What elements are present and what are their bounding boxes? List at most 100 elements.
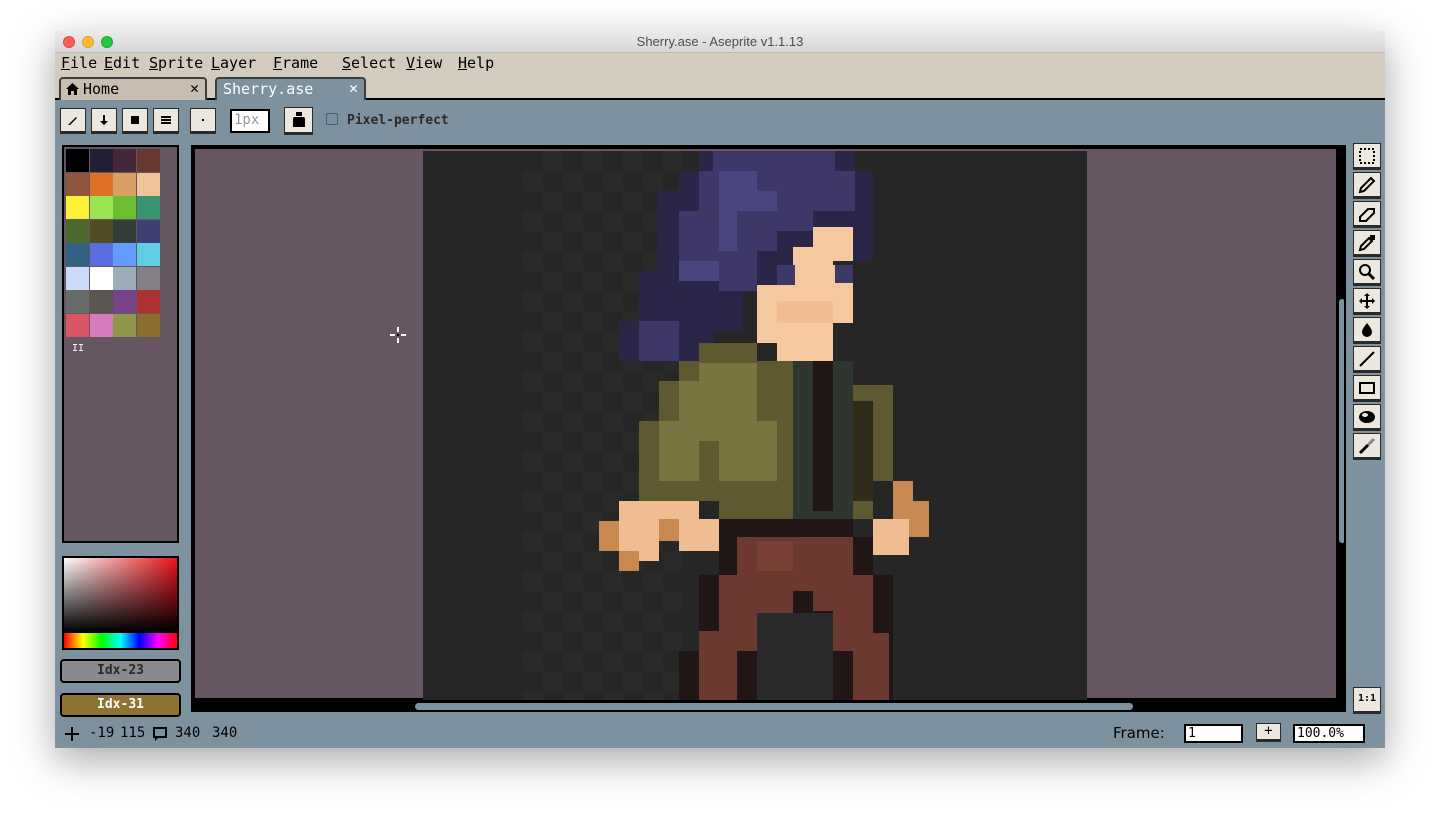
line-icon — [1359, 351, 1375, 367]
rectangular-marquee-icon — [1359, 148, 1375, 164]
palette-swatch[interactable] — [136, 196, 160, 219]
tool-rectangular-marquee[interactable] — [1353, 143, 1381, 170]
palette-panel: II — [62, 145, 179, 543]
ink-mode-button[interactable] — [91, 108, 117, 134]
palette-swatch[interactable] — [136, 149, 160, 172]
sprite-height: 340 — [212, 725, 238, 741]
tool-rectangle[interactable] — [1353, 375, 1381, 402]
palette-swatch[interactable] — [113, 266, 136, 290]
zoom-input[interactable]: 100.0% — [1293, 724, 1365, 743]
brush-size-input[interactable]: 1px — [230, 109, 270, 133]
tab-home-close-button[interactable]: ✕ — [190, 79, 199, 97]
palette-swatch[interactable] — [136, 313, 160, 337]
palette-swatch[interactable] — [66, 172, 89, 196]
palette-resize-grip[interactable]: II — [72, 343, 84, 354]
title-bar: Sherry.ase - Aseprite v1.1.13 — [55, 31, 1385, 53]
palette-swatch[interactable] — [89, 149, 113, 172]
palette-swatch[interactable] — [113, 196, 136, 219]
palette-swatch[interactable] — [89, 196, 113, 219]
move-icon — [1359, 293, 1375, 309]
palette-swatch[interactable] — [66, 313, 89, 337]
brush-shape-button[interactable] — [190, 108, 216, 134]
menu-edit[interactable]: Edit — [104, 53, 140, 75]
arrow-down-icon — [100, 115, 108, 125]
tab-sherry[interactable]: Sherry.ase ✕ — [215, 77, 366, 100]
ink-bottle-icon — [292, 112, 305, 127]
brush-options-button[interactable] — [153, 108, 179, 134]
pencil-icon — [68, 117, 77, 125]
palette-swatch[interactable] — [66, 290, 89, 313]
palette-swatch[interactable] — [66, 243, 89, 266]
palette-swatch[interactable] — [89, 313, 113, 337]
eyedropper-icon — [1358, 235, 1375, 252]
ink-button[interactable] — [284, 107, 313, 135]
tab-sherry-close-button[interactable]: ✕ — [349, 79, 358, 97]
sprite-editor[interactable] — [191, 145, 1346, 712]
menu-layer[interactable]: Layer — [211, 53, 256, 75]
tool-eraser[interactable] — [1353, 201, 1381, 228]
menu-view[interactable]: View — [406, 53, 442, 75]
frame-label: Frame: — [1113, 724, 1165, 742]
palette-swatch[interactable] — [89, 243, 113, 266]
palette-swatch[interactable] — [89, 266, 113, 290]
tool-blur[interactable] — [1353, 433, 1381, 460]
rectangle-icon — [1359, 382, 1375, 394]
cursor-x: -19 — [89, 725, 115, 741]
dot-icon — [202, 119, 204, 121]
palette-swatch[interactable] — [136, 172, 160, 196]
palette-swatch[interactable] — [89, 219, 113, 243]
tool-line[interactable] — [1353, 346, 1381, 373]
palette-swatch[interactable] — [136, 219, 160, 243]
saturation-value-box[interactable] — [64, 558, 177, 632]
window-title: Sherry.ase - Aseprite v1.1.13 — [636, 34, 804, 49]
palette-swatch[interactable] — [66, 149, 89, 172]
sprite-canvas[interactable] — [423, 151, 1087, 700]
palette-swatch[interactable] — [66, 196, 89, 219]
frame-input[interactable]: 1 — [1184, 724, 1243, 743]
palette-swatch[interactable] — [66, 219, 89, 243]
palette-swatch[interactable] — [113, 219, 136, 243]
status-bar: -19 115 340 340 Frame: 1 + 100.0% — [55, 719, 1385, 748]
palette-swatch[interactable] — [113, 243, 136, 266]
hue-slider[interactable] — [64, 632, 177, 648]
palette-swatch[interactable] — [66, 266, 89, 290]
palette-swatch[interactable] — [89, 172, 113, 196]
tool-eyedropper[interactable] — [1353, 230, 1381, 257]
tab-home[interactable]: Home ✕ — [59, 77, 207, 100]
palette-swatch[interactable] — [136, 266, 160, 290]
palette-swatch[interactable] — [113, 149, 136, 172]
palette-swatch[interactable] — [136, 243, 160, 266]
horizontal-scrollbar[interactable] — [193, 700, 1344, 710]
paint-bucket-icon — [1362, 323, 1372, 337]
pencil-icon — [1358, 176, 1376, 194]
color-picker[interactable] — [62, 556, 179, 650]
palette-swatch[interactable] — [89, 290, 113, 313]
tool-zoom[interactable] — [1353, 259, 1381, 286]
tool-contour[interactable] — [1353, 404, 1381, 431]
palette-swatch[interactable] — [113, 313, 136, 337]
menu-frame[interactable]: Frame — [273, 53, 318, 75]
pixel-perfect-label: Pixel-perfect — [347, 113, 449, 128]
horizontal-scrollbar-thumb[interactable] — [415, 703, 1133, 710]
zoom-reset-button[interactable]: 1:1 — [1353, 687, 1381, 714]
menu-help[interactable]: Help — [458, 53, 494, 75]
square-brush-icon — [131, 116, 139, 124]
add-frame-button[interactable]: + — [1256, 723, 1281, 742]
brush-square-button[interactable] — [122, 108, 148, 134]
cursor-y: 115 — [120, 725, 146, 741]
tool-paint-bucket[interactable] — [1353, 317, 1381, 344]
tool-move[interactable] — [1353, 288, 1381, 315]
tools-panel — [1351, 140, 1381, 490]
foreground-color-button[interactable]: Idx-23 — [60, 659, 181, 683]
brush-type-button[interactable] — [60, 108, 86, 134]
pixel-perfect-checkbox[interactable] — [326, 113, 338, 125]
background-color-button[interactable]: Idx-31 — [60, 693, 181, 717]
menu-sprite[interactable]: Sprite — [149, 53, 203, 75]
tool-pencil[interactable] — [1353, 172, 1381, 199]
vertical-scrollbar-thumb[interactable] — [1339, 299, 1344, 543]
menu-select[interactable]: Select — [342, 53, 396, 75]
palette-swatch[interactable] — [136, 290, 160, 313]
palette-swatch[interactable] — [113, 172, 136, 196]
palette-swatch[interactable] — [113, 290, 136, 313]
menu-file[interactable]: File — [61, 53, 97, 75]
